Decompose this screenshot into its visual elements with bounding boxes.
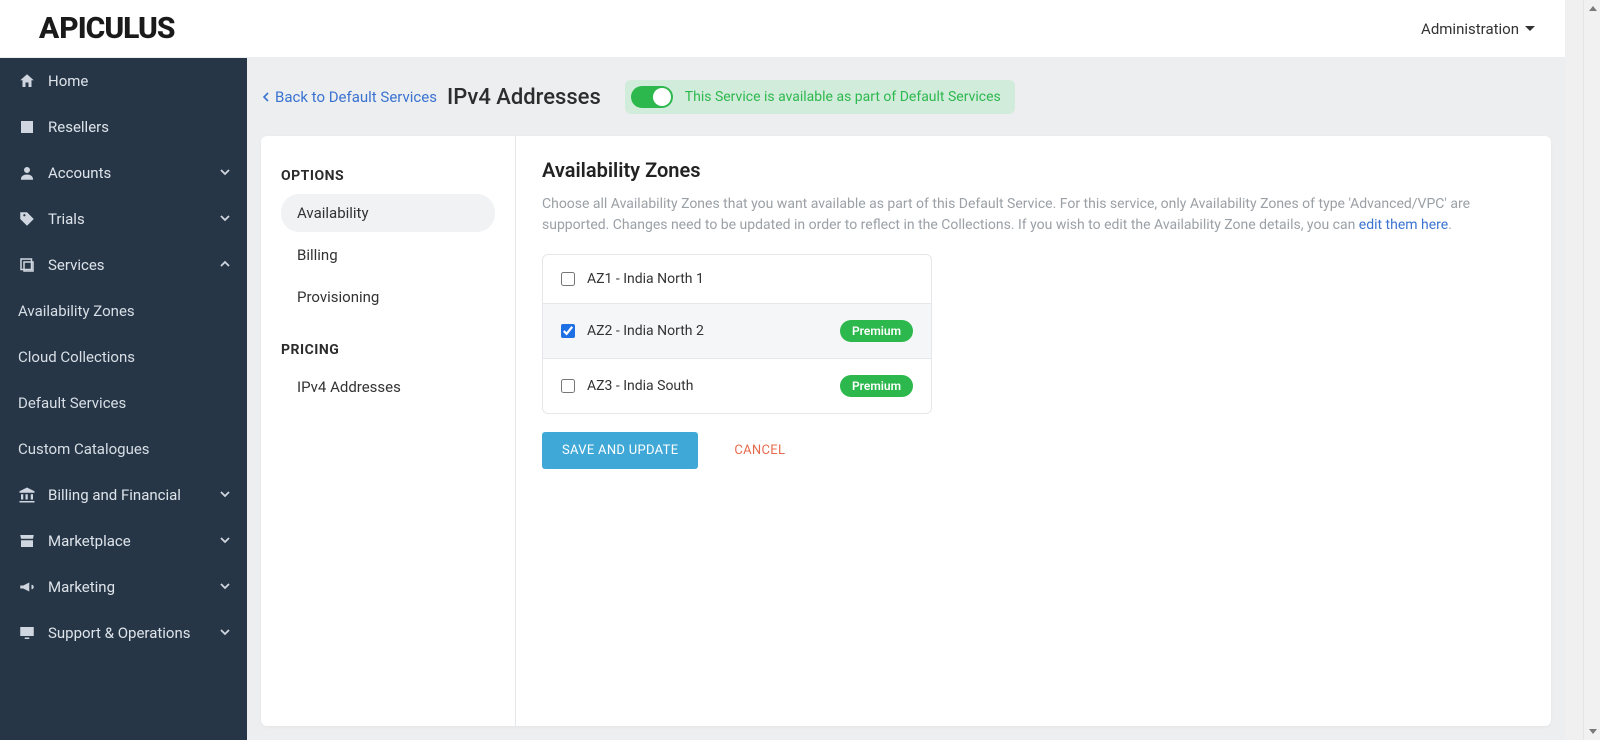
caret-down-icon — [1525, 26, 1535, 31]
sidebar-item-billing-and-financial[interactable]: Billing and Financial — [0, 472, 247, 518]
store-icon — [18, 532, 36, 550]
sidebar-subitem-custom-catalogues[interactable]: Custom Catalogues — [0, 426, 247, 472]
sidebar-subitem-cloud-collections[interactable]: Cloud Collections — [0, 334, 247, 380]
administration-dropdown[interactable]: Administration — [1421, 20, 1535, 38]
browser-scrollbar[interactable] — [1583, 0, 1600, 740]
megaphone-icon — [18, 578, 36, 596]
actions-row: SAVE AND UPDATE CANCEL — [542, 432, 1525, 469]
content: Back to Default Services IPv4 Addresses … — [247, 58, 1565, 740]
sidebar-item-label: Support & Operations — [48, 624, 207, 642]
zone-row: AZ2 - India North 2 Premium — [543, 304, 931, 359]
pricing-section-head: PRICING — [281, 342, 495, 358]
sidebar-item-trials[interactable]: Trials — [0, 196, 247, 242]
zone-name: AZ2 - India North 2 — [587, 323, 828, 339]
bank-icon — [18, 486, 36, 504]
sidebar-item-label: Accounts — [48, 164, 207, 182]
option-availability[interactable]: Availability — [281, 194, 495, 232]
id-icon — [18, 118, 36, 136]
zone-checkbox[interactable] — [561, 272, 575, 286]
save-and-update-button[interactable]: SAVE AND UPDATE — [542, 432, 698, 469]
option-billing[interactable]: Billing — [281, 236, 495, 274]
settings-card: OPTIONS AvailabilityBillingProvisioning … — [261, 136, 1551, 726]
monitor-icon — [18, 624, 36, 642]
premium-badge: Premium — [840, 320, 913, 342]
content-header: Back to Default Services IPv4 Addresses … — [247, 58, 1565, 136]
sidebar-item-marketing[interactable]: Marketing — [0, 564, 247, 610]
zone-name: AZ1 - India North 1 — [587, 271, 913, 287]
pricing-ipv4-addresses[interactable]: IPv4 Addresses — [281, 368, 495, 406]
sidebar-item-resellers[interactable]: Resellers — [0, 104, 247, 150]
sidebar-item-label: Services — [48, 256, 207, 274]
chevron-down-icon — [219, 578, 229, 596]
back-link-label: Back to Default Services — [275, 88, 437, 106]
zone-checkbox[interactable] — [561, 324, 575, 338]
options-section-head: OPTIONS — [281, 168, 495, 184]
sidebar-item-label: Marketplace — [48, 532, 207, 550]
main-panel: Availability Zones Choose all Availabili… — [516, 136, 1551, 726]
main-heading: Availability Zones — [542, 158, 1525, 182]
edit-them-here-link[interactable]: edit them here — [1359, 217, 1448, 233]
sidebar-item-label: Trials — [48, 210, 207, 228]
chevron-down-icon — [219, 532, 229, 550]
cancel-button[interactable]: CANCEL — [734, 443, 785, 458]
scroll-down-icon[interactable] — [1584, 723, 1600, 740]
service-enabled-toggle[interactable] — [631, 86, 673, 108]
back-to-default-services-link[interactable]: Back to Default Services — [261, 88, 437, 106]
sidebar-item-label: Home — [48, 72, 229, 90]
page-title: IPv4 Addresses — [447, 85, 601, 110]
topbar: APICULUS Administration — [0, 0, 1565, 58]
zone-name: AZ3 - India South — [587, 378, 828, 394]
sidebar: Home Resellers Accounts Trials Services Avail… — [0, 58, 247, 740]
chevron-down-icon — [219, 486, 229, 504]
sidebar-item-home[interactable]: Home — [0, 58, 247, 104]
user-icon — [18, 164, 36, 182]
chevron-down-icon — [219, 164, 229, 182]
options-panel: OPTIONS AvailabilityBillingProvisioning … — [261, 136, 516, 726]
layers-icon — [18, 256, 36, 274]
sidebar-item-services[interactable]: Services — [0, 242, 247, 288]
sidebar-item-label: Billing and Financial — [48, 486, 207, 504]
zone-checkbox[interactable] — [561, 379, 575, 393]
sidebar-item-support-operations[interactable]: Support & Operations — [0, 610, 247, 656]
zone-list: AZ1 - India North 1 AZ2 - India North 2 Pr… — [542, 254, 932, 414]
administration-label: Administration — [1421, 20, 1519, 38]
sidebar-item-accounts[interactable]: Accounts — [0, 150, 247, 196]
chevron-down-icon — [219, 624, 229, 642]
sidebar-subitem-default-services[interactable]: Default Services — [0, 380, 247, 426]
sidebar-item-label: Marketing — [48, 578, 207, 596]
zone-row: AZ1 - India North 1 — [543, 255, 931, 304]
tag-icon — [18, 210, 36, 228]
service-status-text: This Service is available as part of Def… — [685, 89, 1001, 105]
sidebar-subitem-availability-zones[interactable]: Availability Zones — [0, 288, 247, 334]
premium-badge: Premium — [840, 375, 913, 397]
home-icon — [18, 72, 36, 90]
main-description: Choose all Availability Zones that you w… — [542, 194, 1525, 236]
service-available-chip: This Service is available as part of Def… — [625, 80, 1015, 114]
sidebar-item-label: Resellers — [48, 118, 229, 136]
chevron-down-icon — [219, 210, 229, 228]
sidebar-item-marketplace[interactable]: Marketplace — [0, 518, 247, 564]
scroll-up-icon[interactable] — [1584, 0, 1600, 17]
brand-logo: APICULUS — [40, 11, 174, 46]
option-provisioning[interactable]: Provisioning — [281, 278, 495, 316]
zone-row: AZ3 - India South Premium — [543, 359, 931, 413]
chevron-left-icon — [261, 92, 271, 102]
chevron-up-icon — [219, 256, 229, 274]
